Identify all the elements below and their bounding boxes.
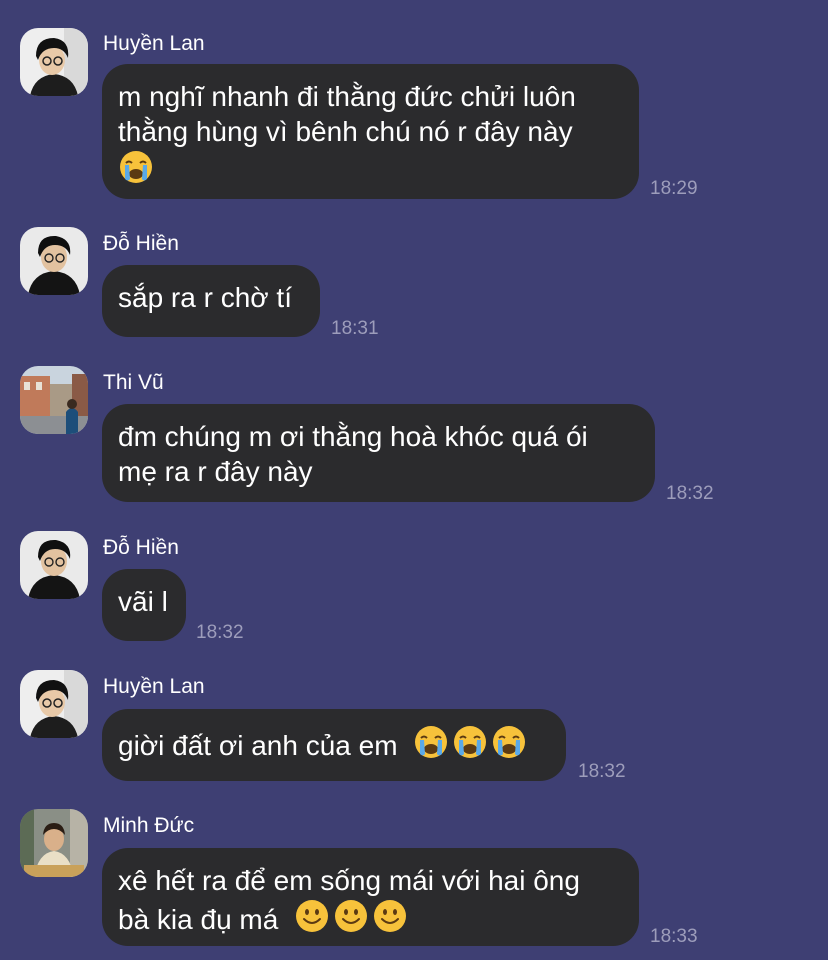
boy-glasses-avatar-image	[20, 670, 88, 738]
boy-dark-avatar-image	[20, 531, 88, 599]
sender-name: Minh Đức	[103, 814, 195, 837]
message-line: giời đất ơi anh của em	[118, 724, 550, 763]
slightly-smiling-face-icon	[333, 898, 369, 934]
avatar[interactable]	[20, 531, 88, 599]
chat-thread: Huyền Lan m nghĩ nhanh đi thằng đức chửi…	[0, 0, 828, 960]
message-text: sắp ra r chờ tí	[118, 282, 292, 313]
message-bubble[interactable]: giời đất ơi anh của em	[102, 709, 566, 781]
message-text: đm chúng m ơi thằng hoà khóc quá ói	[118, 421, 588, 452]
message-bubble[interactable]: đm chúng m ơi thằng hoà khóc quá ói mẹ r…	[102, 404, 655, 502]
indoor-photo-avatar-image	[20, 809, 88, 877]
slightly-smiling-face-icon	[294, 898, 330, 934]
avatar[interactable]	[20, 809, 88, 877]
loudly-crying-face-icon	[118, 149, 154, 185]
message-text: giời đất ơi anh của em	[118, 730, 398, 761]
sender-name: Thi Vũ	[103, 371, 164, 394]
sender-name: Huyền Lan	[103, 675, 205, 698]
message-line: bà kia đụ má	[118, 898, 623, 937]
avatar[interactable]	[20, 670, 88, 738]
timestamp: 18:32	[578, 761, 626, 782]
emoji-line	[118, 149, 623, 188]
timestamp: 18:29	[650, 178, 698, 199]
message-text: bà kia đụ má	[118, 904, 279, 935]
message-bubble[interactable]: vãi l	[102, 569, 186, 641]
boy-dark-avatar-image	[20, 227, 88, 295]
loudly-crying-face-icon	[452, 724, 488, 760]
message-text: m nghĩ nhanh đi thằng đức chửi luôn	[118, 81, 576, 112]
timestamp: 18:32	[196, 622, 244, 643]
message-bubble[interactable]: sắp ra r chờ tí	[102, 265, 320, 337]
timestamp: 18:32	[666, 483, 714, 504]
message-text: vãi l	[118, 586, 168, 617]
message-text: thằng hùng vì bênh chú nó r đây này	[118, 116, 573, 147]
message-text: xê hết ra để em sống mái với hai ông	[118, 865, 580, 896]
avatar[interactable]	[20, 366, 88, 434]
avatar[interactable]	[20, 227, 88, 295]
message-bubble[interactable]: xê hết ra để em sống mái với hai ông bà …	[102, 848, 639, 946]
sender-name: Đỗ Hiền	[103, 536, 179, 559]
timestamp: 18:31	[331, 318, 379, 339]
sender-name: Đỗ Hiền	[103, 232, 179, 255]
boy-glasses-avatar-image	[20, 28, 88, 96]
loudly-crying-face-icon	[491, 724, 527, 760]
message-bubble[interactable]: m nghĩ nhanh đi thằng đức chửi luôn thằn…	[102, 64, 639, 199]
loudly-crying-face-icon	[413, 724, 449, 760]
slightly-smiling-face-icon	[372, 898, 408, 934]
message-text: mẹ ra r đây này	[118, 456, 313, 487]
avatar[interactable]	[20, 28, 88, 96]
sender-name: Huyền Lan	[103, 32, 205, 55]
street-photo-avatar-image	[20, 366, 88, 434]
timestamp: 18:33	[650, 926, 698, 947]
